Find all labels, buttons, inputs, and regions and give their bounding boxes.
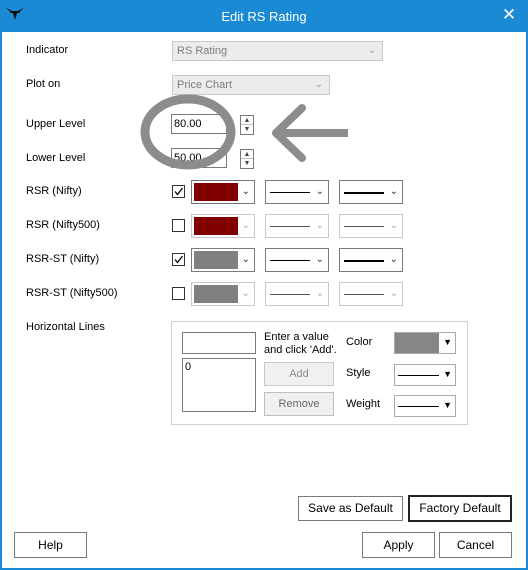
series-style-picker[interactable]: ⌄	[265, 248, 329, 272]
line-style-preview	[270, 260, 310, 261]
chevron-down-icon: ⌄	[389, 288, 398, 299]
series-label: RSR-ST (Nifty500)	[26, 287, 118, 299]
series-color-picker[interactable]: ⌄	[191, 248, 255, 272]
hline-color-label: Color	[346, 336, 373, 348]
chevron-down-icon: ⌄	[389, 220, 398, 231]
checkmark-icon	[174, 255, 184, 264]
indicator-value: RS Rating	[177, 45, 228, 57]
caret-down-icon: ▼	[443, 400, 452, 410]
cancel-button[interactable]: Cancel	[439, 532, 512, 558]
color-swatch	[194, 183, 238, 201]
chevron-down-icon: ⌄	[315, 254, 324, 265]
plot-on-select: Price Chart ⌄	[172, 75, 330, 95]
highlight-circle	[140, 94, 236, 170]
chevron-down-icon: ⌄	[241, 288, 250, 299]
series-checkbox[interactable]	[172, 185, 185, 198]
save-as-default-button[interactable]: Save as Default	[298, 496, 403, 521]
caret-down-icon: ▼	[443, 369, 452, 379]
line-weight-preview	[398, 406, 439, 407]
chevron-down-icon: ⌄	[367, 45, 376, 56]
series-label: RSR (Nifty500)	[26, 219, 100, 231]
chevron-down-icon: ⌄	[315, 186, 324, 197]
series-weight-picker[interactable]: ⌄	[339, 180, 403, 204]
hline-value-input[interactable]	[182, 332, 256, 354]
plot-on-value: Price Chart	[177, 79, 233, 91]
window-title: Edit RS Rating	[221, 9, 307, 24]
series-style-picker[interactable]: ⌄	[265, 180, 329, 204]
series-checkbox[interactable]	[172, 253, 185, 266]
lower-level-label: Lower Level	[26, 152, 86, 164]
series-weight-picker[interactable]: ⌄	[339, 214, 403, 238]
series-weight-picker[interactable]: ⌄	[339, 282, 403, 306]
help-button[interactable]: Help	[14, 532, 87, 558]
chevron-down-icon: ⌄	[241, 254, 250, 265]
series-checkbox[interactable]	[172, 219, 185, 232]
series-style-picker[interactable]: ⌄	[265, 282, 329, 306]
hline-weight-picker[interactable]: ▼	[394, 395, 456, 417]
factory-default-button[interactable]: Factory Default	[408, 495, 512, 522]
hline-style-label: Style	[346, 367, 371, 379]
upper-level-label: Upper Level	[26, 118, 86, 130]
color-swatch	[395, 333, 439, 353]
apply-button[interactable]: Apply	[362, 532, 435, 558]
chevron-down-icon: ⌄	[314, 79, 323, 90]
dialog-body: Indicator RS Rating ⌄ Plot on Price Char…	[2, 32, 526, 568]
series-weight-picker[interactable]: ⌄	[339, 248, 403, 272]
line-style-preview	[270, 226, 310, 227]
hline-style-picker[interactable]: ▼	[394, 364, 456, 386]
close-icon[interactable]: ✕	[498, 4, 520, 26]
remove-button[interactable]: Remove	[264, 392, 334, 416]
chevron-down-icon: ⌄	[389, 186, 398, 197]
checkmark-icon	[174, 187, 184, 196]
series-color-picker[interactable]: ⌄	[191, 282, 255, 306]
add-button[interactable]: Add	[264, 362, 334, 386]
edit-rs-rating-dialog: Edit RS Rating ✕ Indicator RS Rating ⌄ P…	[0, 0, 528, 570]
horizontal-lines-panel: 0 Enter a value and click 'Add'. Add Rem…	[171, 321, 468, 425]
line-weight-preview	[344, 294, 384, 295]
color-swatch	[194, 285, 238, 303]
caret-down-icon: ▼	[443, 337, 452, 347]
indicator-select: RS Rating ⌄	[172, 41, 383, 61]
horizontal-lines-label: Horizontal Lines	[26, 321, 105, 333]
series-label: RSR (Nifty)	[26, 185, 82, 197]
hline-values-list[interactable]: 0	[182, 358, 256, 412]
hline-weight-label: Weight	[346, 398, 381, 410]
series-color-picker[interactable]: ⌄	[191, 180, 255, 204]
chevron-down-icon: ⌄	[389, 254, 398, 265]
hline-hint: Enter a value and click 'Add'.	[264, 331, 337, 356]
line-style-preview	[270, 192, 310, 193]
title-bar[interactable]: Edit RS Rating ✕	[0, 0, 528, 32]
chevron-down-icon: ⌄	[315, 288, 324, 299]
color-swatch	[194, 217, 238, 235]
series-style-picker[interactable]: ⌄	[265, 214, 329, 238]
chevron-down-icon: ⌄	[315, 220, 324, 231]
line-style-preview	[270, 294, 310, 295]
hline-color-picker[interactable]: ▼	[394, 332, 456, 354]
line-weight-preview	[344, 226, 384, 227]
series-label: RSR-ST (Nifty)	[26, 253, 100, 265]
list-item[interactable]: 0	[185, 361, 253, 373]
chevron-down-icon: ⌄	[241, 186, 250, 197]
indicator-label: Indicator	[26, 44, 69, 56]
line-weight-preview	[344, 260, 384, 262]
series-checkbox[interactable]	[172, 287, 185, 300]
color-swatch	[194, 251, 238, 269]
chevron-down-icon: ⌄	[241, 220, 250, 231]
line-style-preview	[398, 375, 439, 376]
plot-on-label: Plot on	[26, 78, 61, 90]
line-weight-preview	[344, 192, 384, 194]
series-color-picker[interactable]: ⌄	[191, 214, 255, 238]
annotation-overlay	[140, 94, 348, 170]
